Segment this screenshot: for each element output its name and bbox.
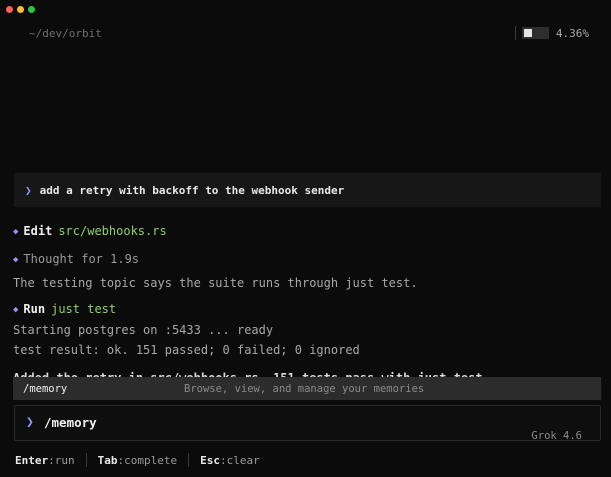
working-directory: ~/dev/orbit [29,27,102,40]
thought-step[interactable]: ◆ Thought for 1.9s [13,252,139,266]
context-usage-percent: 4.36% [555,26,589,40]
context-usage-fill [523,29,532,37]
context-usage: 4.36% [514,25,589,41]
window-controls [6,6,35,13]
close-window-button[interactable] [6,6,13,13]
hint-action-run: :run [48,453,75,467]
user-message: ❯ add a retry with backoff to the webhoo… [14,173,601,207]
context-usage-bar [521,27,549,39]
user-message-text: add a retry with backoff to the webhook … [39,183,345,197]
hint-key-enter: Enter [15,453,49,467]
tool-name: Run [23,302,46,316]
divider [85,453,87,467]
keyboard-hints: Enter:run Tab:complete Esc:clear [15,453,260,467]
run-step: ◆ Run just test [13,302,116,316]
thought-label: Thought for 1.9s [23,252,140,266]
diamond-icon: ◆ [13,227,19,237]
command-suggestion[interactable]: /memory Browse, view, and manage your me… [13,377,601,400]
diamond-icon: ◆ [13,255,19,265]
hint-key-esc: Esc [200,453,220,467]
suggestion-description: Browse, view, and manage your memories [184,382,425,395]
suggestion-command: /memory [23,382,68,395]
edited-file-link[interactable]: src/webhooks.rs [58,224,166,238]
minimize-window-button[interactable] [17,6,24,13]
tool-name: Edit [23,224,53,238]
hint-action-clear: :clear [219,453,260,467]
command-output-line: Starting postgres on :5433 ... ready [13,323,274,337]
hint-action-complete: :complete [117,453,178,467]
model-name: Grok 4.6 [531,430,582,442]
chevron-right-icon: ❯ [26,415,34,430]
edit-step: ◆ Edit src/webhooks.rs [13,224,167,238]
command-output-line: test result: ok. 151 passed; 0 failed; 0… [13,343,360,357]
run-command: just test [51,302,117,316]
divider [188,453,190,467]
maximize-window-button[interactable] [28,6,35,13]
assistant-note: The testing topic says the suite runs th… [13,276,418,290]
divider [514,26,516,40]
hint-key-tab: Tab [97,453,118,467]
prompt-input[interactable]: ❯ /memory Grok 4.6 [14,405,601,442]
diamond-icon: ◆ [13,305,19,315]
chevron-right-icon: ❯ [25,183,32,197]
prompt-input-value[interactable]: /memory [44,415,97,430]
